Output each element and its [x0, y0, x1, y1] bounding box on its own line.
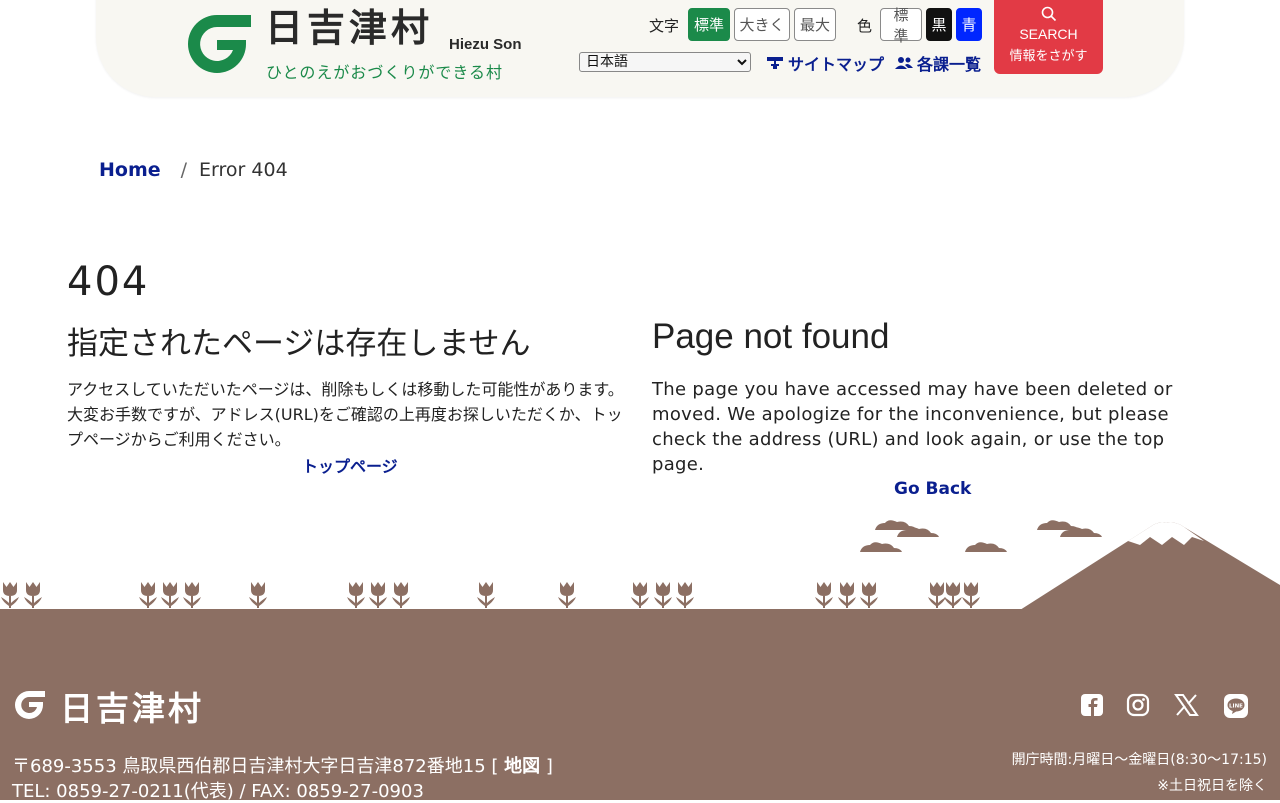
footer-map-link[interactable]: 地図 — [504, 756, 540, 777]
search-label: SEARCH — [1019, 26, 1078, 42]
village-logo-icon[interactable] — [181, 12, 253, 74]
site-title-romanized: Hiezu Son — [449, 36, 522, 53]
search-icon — [1041, 6, 1056, 22]
breadcrumb-current: Error 404 — [199, 159, 288, 181]
text-size-large-button[interactable]: 大きく — [734, 8, 790, 41]
search-sublabel: 情報をさがす — [1009, 49, 1088, 64]
facebook-icon[interactable] — [1080, 693, 1106, 719]
sitemap-label: サイトマップ — [788, 55, 885, 74]
footer-hours-note: ※土日祝日を除く — [1157, 778, 1267, 794]
line-icon[interactable]: LINE — [1223, 693, 1249, 719]
landscape-illustration — [1, 520, 1280, 610]
color-blue-button[interactable]: 青 — [956, 8, 982, 41]
top-page-link[interactable]: トップページ — [302, 453, 398, 477]
breadcrumb: Home / Error 404 — [99, 159, 288, 181]
footer-address-text: 〒689-3553 鳥取県西伯郡日吉津村大字日吉津872番地15 [ — [12, 756, 499, 777]
text-size-label: 文字 — [649, 17, 680, 35]
departments-link[interactable]: 各課一覧 — [895, 51, 981, 75]
departments-label: 各課一覧 — [917, 55, 982, 74]
color-standard-button[interactable]: 標準 — [880, 6, 922, 45]
language-select[interactable]: 日本語 — [579, 52, 751, 72]
svg-text:LINE: LINE — [1229, 704, 1243, 710]
site-title[interactable]: 日吉津村 — [265, 9, 433, 47]
people-icon — [895, 57, 913, 69]
footer-address: 〒689-3553 鳥取県西伯郡日吉津村大字日吉津872番地15 [ 地図 ] — [12, 752, 553, 778]
instagram-icon[interactable] — [1126, 693, 1152, 719]
text-size-standard-button[interactable]: 標準 — [688, 8, 730, 41]
sitemap-icon — [767, 57, 783, 69]
breadcrumb-home-link[interactable]: Home — [99, 159, 161, 181]
error-code: 404 — [67, 259, 150, 305]
footer-village-name[interactable]: 日吉津村 — [60, 682, 204, 730]
site-tagline: ひとのえがおづくりができる村 — [266, 59, 503, 83]
go-back-link[interactable]: Go Back — [894, 479, 971, 499]
en-error-body: The page you have accessed may have been… — [652, 379, 1173, 475]
site-footer: 日吉津村 〒689-3553 鳥取県西伯郡日吉津村大字日吉津872番地15 [ … — [0, 609, 1280, 802]
text-size-max-button[interactable]: 最大 — [794, 8, 836, 41]
footer-logo-icon[interactable] — [12, 689, 46, 719]
en-error-title: Page not found — [652, 317, 890, 356]
tagline-text: ひとのえがおづくりができる村 — [266, 63, 504, 82]
footer-office-hours: 開庁時間:月曜日〜金曜日(8:30〜17:15) — [1011, 752, 1267, 768]
ja-error-title: 指定されたページは存在しません — [67, 326, 531, 362]
color-label: 色 — [857, 17, 873, 35]
color-black-button[interactable]: 黒 — [926, 8, 952, 41]
footer-address-close: ] — [545, 756, 553, 777]
footer-phone: TEL: 0859-27-0211(代表) / FAX: 0859-27-090… — [12, 781, 424, 802]
search-button[interactable]: SEARCH 情報をさがす — [994, 0, 1103, 74]
sitemap-link[interactable]: サイトマップ — [766, 51, 884, 75]
ja-error-body: アクセスしていただいたページは、削除もしくは移動した可能性があります。大変お手数… — [67, 380, 624, 449]
x-icon[interactable] — [1174, 693, 1200, 719]
breadcrumb-separator: / — [180, 159, 188, 181]
